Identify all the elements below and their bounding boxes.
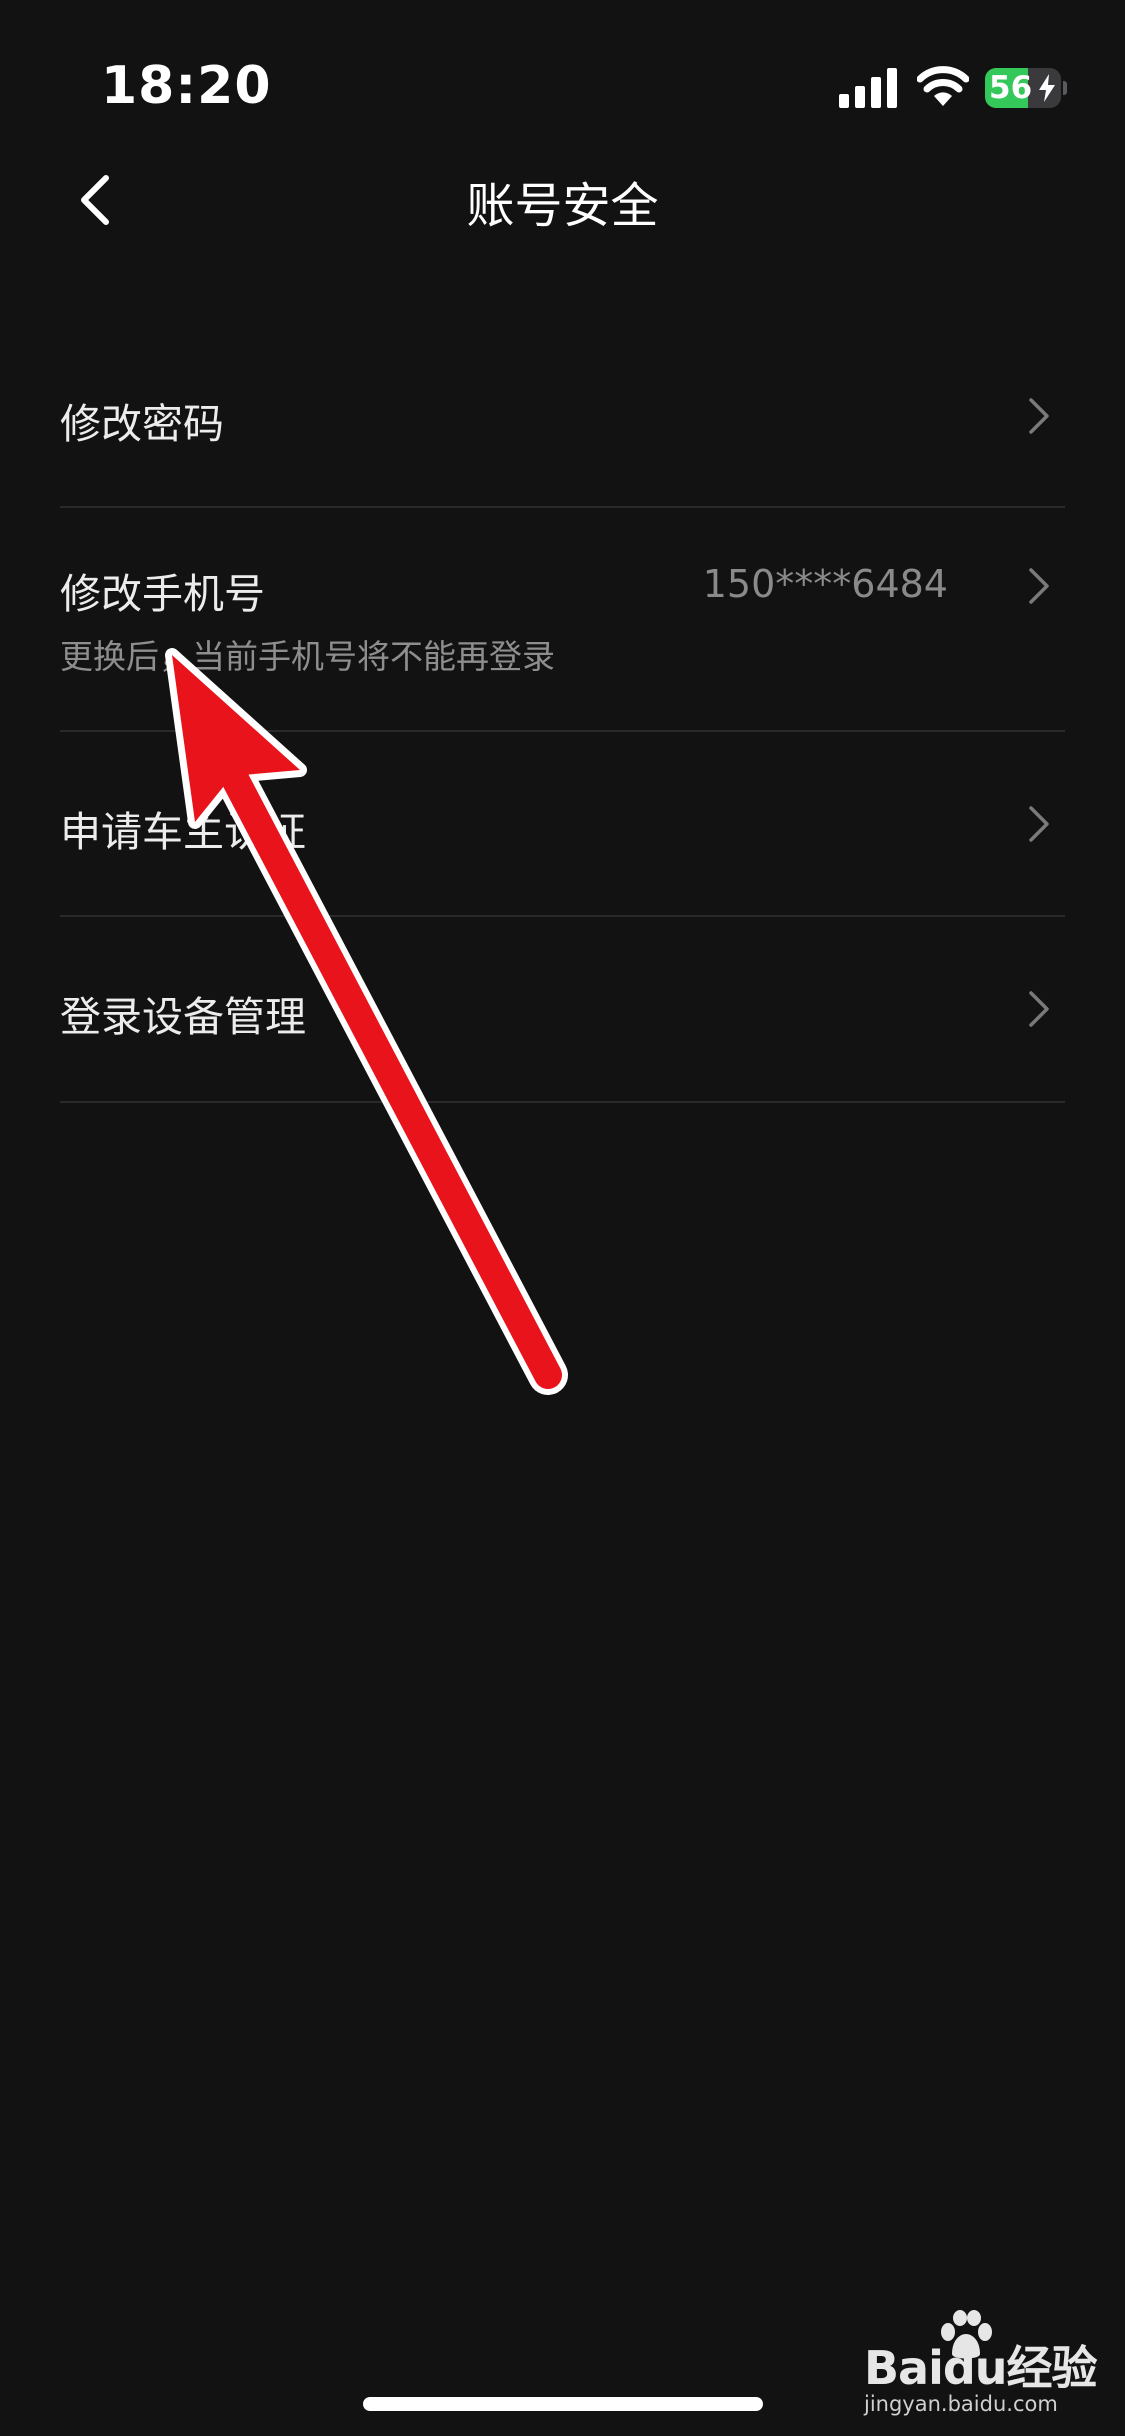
list-item-owner-verification[interactable]: 申请车主认证: [60, 732, 1065, 917]
chevron-right-icon: [1029, 398, 1049, 434]
list-item-label: 登录设备管理: [60, 993, 306, 1041]
watermark-url: jingyan.baidu.com: [864, 2392, 1058, 2416]
list-item-change-password[interactable]: 修改密码: [60, 330, 1065, 508]
list-item-change-phone[interactable]: 修改手机号 150****6484 更换后，当前手机号将不能再登录: [60, 508, 1065, 732]
baidu-watermark: Baidu经验 jingyan.baidu.com: [860, 2310, 1100, 2420]
status-bar: 18:20 56: [0, 0, 1125, 150]
wifi-icon: [917, 66, 969, 106]
battery-percent: 56: [989, 70, 1033, 106]
battery-body: 56: [985, 68, 1061, 108]
phone-number-value: 150****6484: [702, 562, 948, 606]
chevron-right-icon: [1029, 806, 1049, 842]
page-title: 账号安全: [466, 178, 659, 234]
list-item-subtitle: 更换后，当前手机号将不能再登录: [60, 637, 555, 676]
chevron-right-icon: [1029, 991, 1049, 1027]
nav-bar: 账号安全: [0, 150, 1125, 250]
battery-indicator: 56: [985, 68, 1067, 108]
chevron-right-icon: [1029, 568, 1049, 604]
signal-bars-icon: [839, 68, 897, 108]
home-indicator[interactable]: [363, 2397, 763, 2411]
list-item-device-management[interactable]: 登录设备管理: [60, 917, 1065, 1103]
watermark-brand: Baidu经验: [864, 2341, 1098, 2395]
settings-list: 修改密码 修改手机号 150****6484 更换后，当前手机号将不能再登录 申…: [60, 330, 1065, 1103]
list-item-label: 修改密码: [60, 400, 224, 448]
list-item-label: 申请车主认证: [60, 808, 306, 856]
list-item-label: 修改手机号: [60, 570, 265, 618]
status-time: 18:20: [101, 56, 272, 116]
battery-cap: [1063, 81, 1067, 95]
bolt-icon: [1039, 74, 1055, 102]
